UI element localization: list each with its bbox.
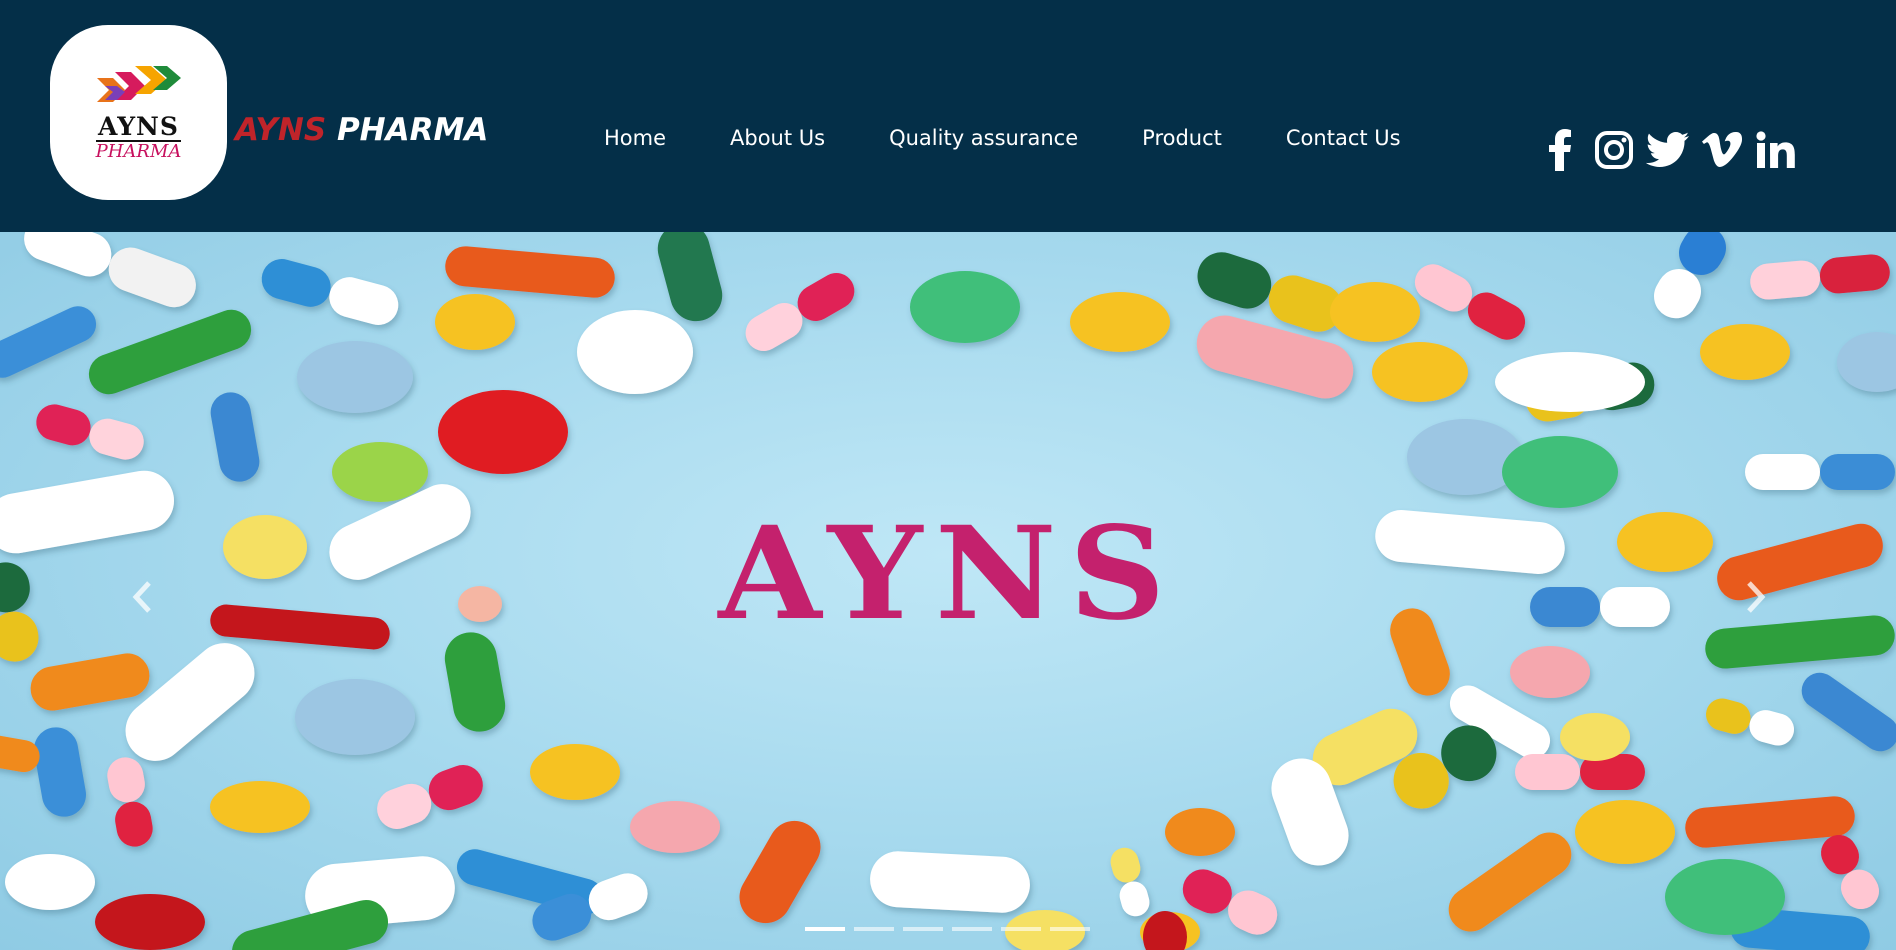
- nav-item-contact-us[interactable]: Contact Us: [1254, 126, 1433, 150]
- linkedin-icon[interactable]: [1754, 128, 1798, 172]
- logo[interactable]: AYNS PHARMA: [50, 25, 227, 200]
- slide-dot[interactable]: [854, 927, 894, 931]
- hero-title: AYNS: [718, 499, 1178, 649]
- brand-name[interactable]: AYNS PHARMA: [235, 110, 488, 150]
- nav-item-product[interactable]: Product: [1110, 126, 1254, 150]
- nav-item-home[interactable]: Home: [572, 126, 698, 150]
- slide-dot[interactable]: [805, 927, 845, 931]
- site-header: AYNS PHARMA AYNS PHARMA Home About Us Qu…: [0, 0, 1896, 232]
- slide-dot[interactable]: [1001, 927, 1041, 931]
- slide-dot[interactable]: [903, 927, 943, 931]
- instagram-icon[interactable]: [1592, 128, 1636, 172]
- brand-name-part2: PHARMA: [326, 112, 489, 148]
- social-links: [1538, 126, 1798, 174]
- nav-item-quality-assurance[interactable]: Quality assurance: [857, 126, 1110, 150]
- facebook-icon[interactable]: [1538, 128, 1582, 172]
- logo-subtitle: PHARMA: [95, 141, 182, 162]
- brand-name-part1: AYNS: [235, 112, 327, 148]
- twitter-icon[interactable]: [1646, 128, 1690, 172]
- nav-item-about-us[interactable]: About Us: [698, 126, 857, 150]
- slide-indicators: [805, 927, 1090, 933]
- logo-arrows-icon: [96, 66, 181, 102]
- main-nav: Home About Us Quality assurance Product …: [572, 118, 1433, 158]
- vimeo-icon[interactable]: [1700, 128, 1744, 172]
- hero-slider[interactable]: AYNS: [0, 232, 1896, 950]
- chevron-right-icon[interactable]: [1736, 572, 1776, 622]
- logo-word: AYNS: [96, 112, 181, 142]
- chevron-left-icon[interactable]: [122, 572, 162, 622]
- slide-dot[interactable]: [952, 927, 992, 931]
- slide-dot[interactable]: [1050, 927, 1090, 931]
